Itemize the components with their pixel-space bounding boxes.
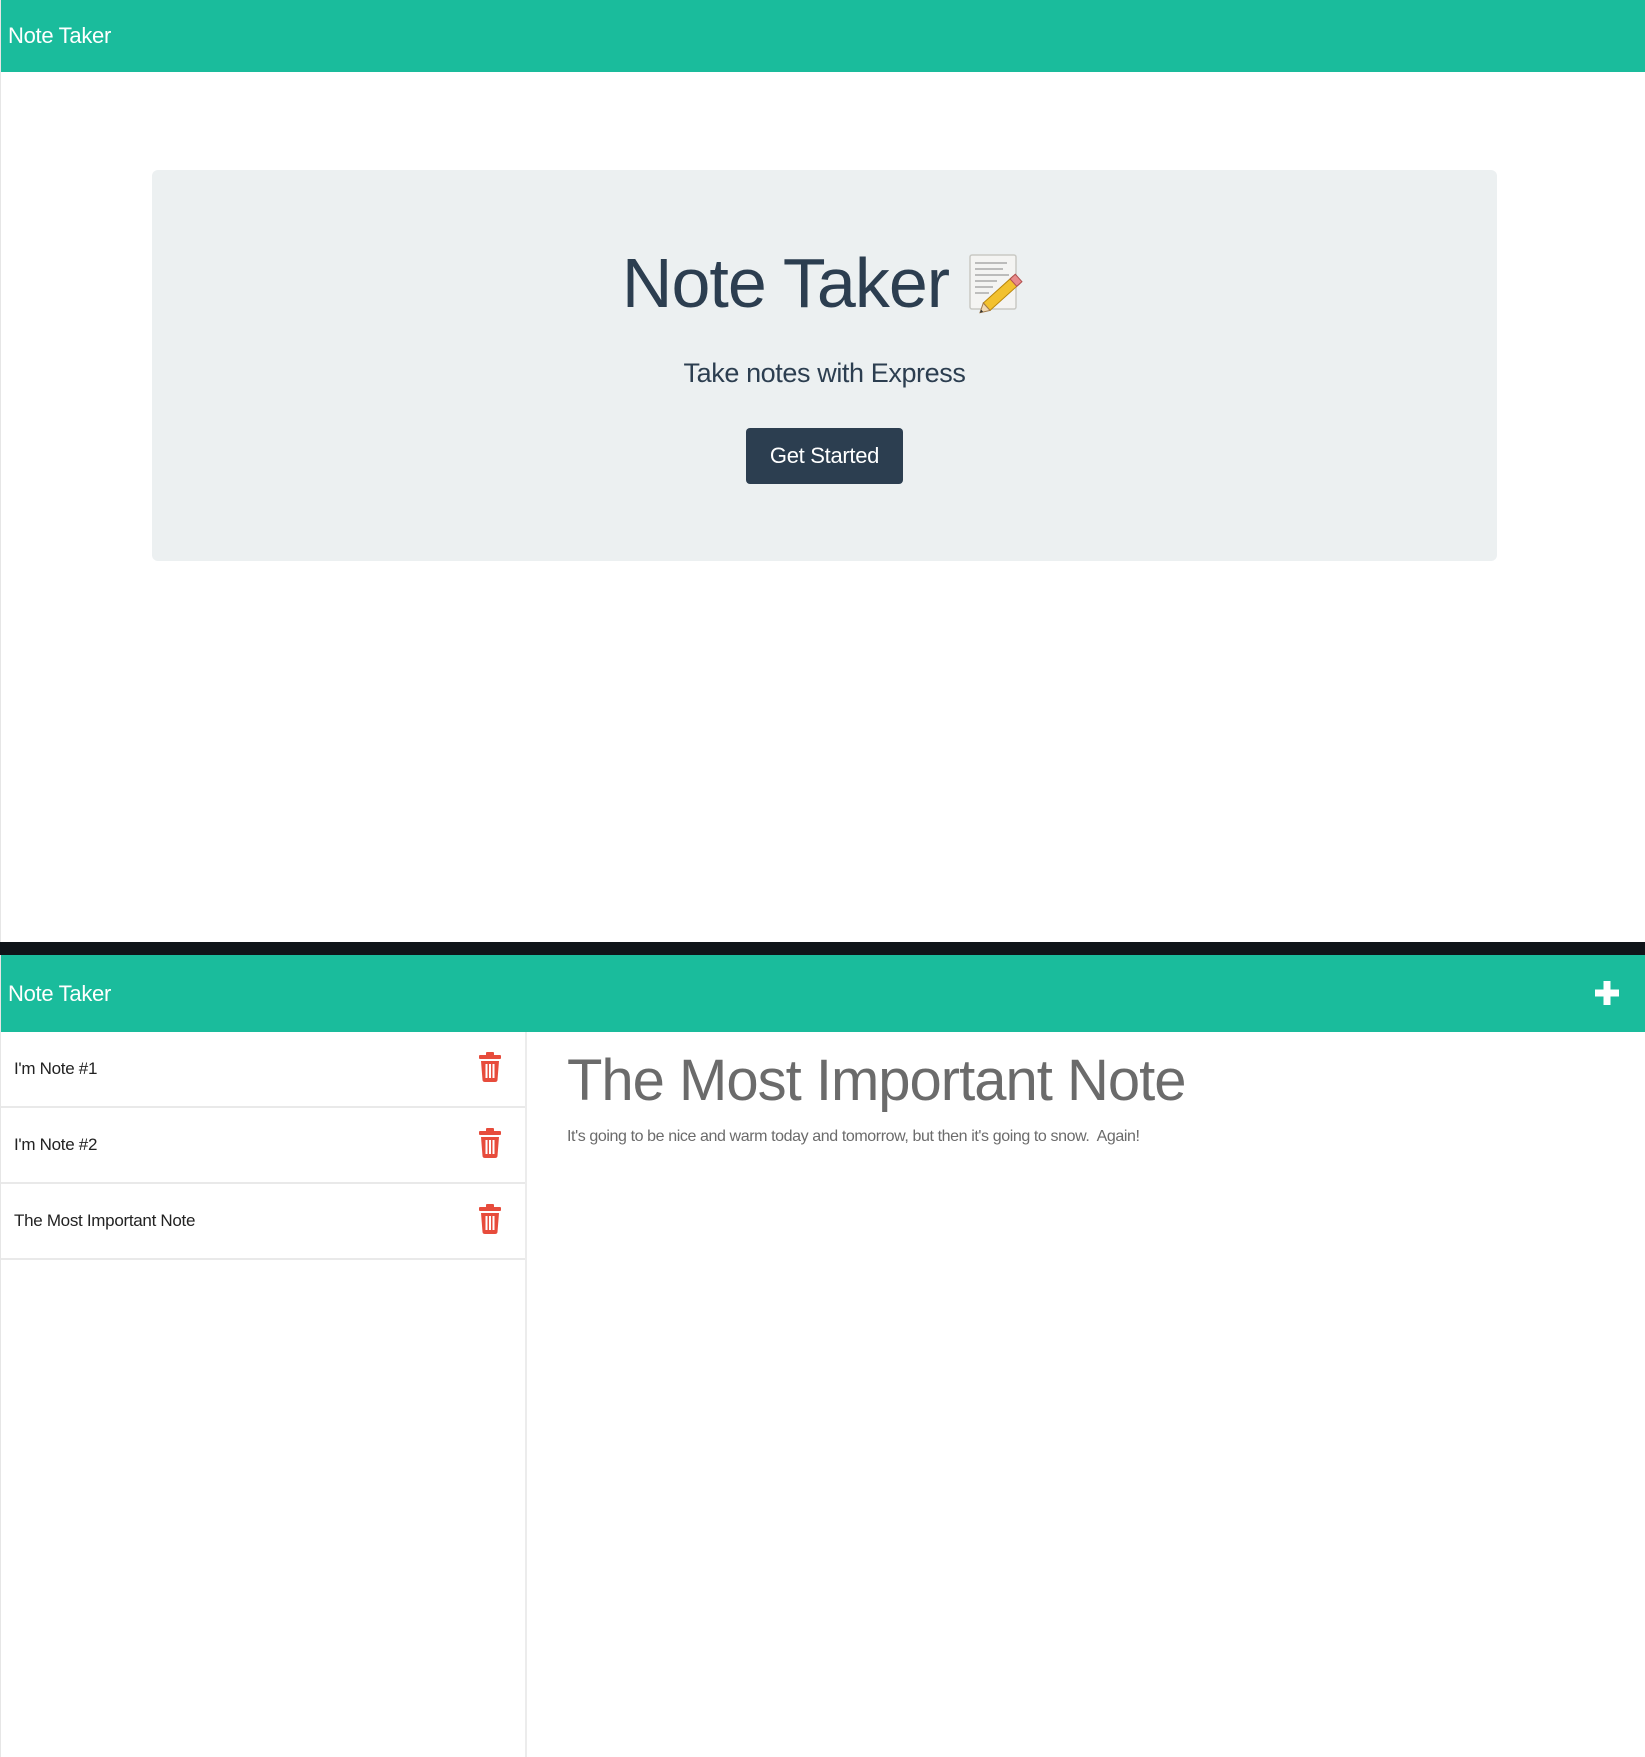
hero-panel: Note Taker Take notes with Express Get S… <box>152 170 1497 561</box>
memo-pencil-icon <box>967 252 1027 314</box>
note-body-textarea[interactable]: It's going to be nice and warm today and… <box>567 1128 1567 1728</box>
navbar-brand[interactable]: Note Taker <box>8 23 111 49</box>
get-started-button[interactable]: Get Started <box>746 428 903 484</box>
note-list-title: I'm Note #2 <box>14 1135 98 1154</box>
landing-screen: Note Taker Note Taker Take notes with Ex… <box>0 0 1645 942</box>
note-list-title: The Most Important Note <box>14 1211 196 1230</box>
navbar-brand[interactable]: Note Taker <box>8 981 111 1007</box>
new-note-button[interactable] <box>1587 973 1627 1013</box>
delete-note-button[interactable] <box>477 1128 503 1158</box>
list-item[interactable]: I'm Note #2 <box>1 1108 525 1184</box>
top-navbar: Note Taker <box>1 0 1645 72</box>
notes-sidebar: I'm Note #1 I'm Note #2 The Most Importa… <box>1 1032 527 1757</box>
note-editor: It's going to be nice and warm today and… <box>567 1032 1625 1728</box>
top-navbar: Note Taker <box>1 955 1645 1032</box>
delete-note-button[interactable] <box>477 1052 503 1082</box>
hero-subtitle: Take notes with Express <box>683 358 966 388</box>
note-list: I'm Note #1 I'm Note #2 The Most Importa… <box>1 1032 525 1260</box>
screenshot-divider <box>0 942 1645 955</box>
trash-icon <box>479 1052 501 1082</box>
list-item[interactable]: I'm Note #1 <box>1 1032 525 1108</box>
list-item[interactable]: The Most Important Note <box>1 1184 525 1260</box>
plus-icon <box>1595 981 1619 1005</box>
trash-icon <box>479 1204 501 1234</box>
delete-note-button[interactable] <box>477 1204 503 1234</box>
note-title-input[interactable] <box>567 1042 1567 1118</box>
hero-title: Note Taker <box>621 244 950 322</box>
hero-title-row: Note Taker <box>152 248 1497 318</box>
note-list-title: I'm Note #1 <box>14 1059 98 1078</box>
trash-icon <box>479 1128 501 1158</box>
notes-screen: Note Taker I'm Note #1 I'm Note #2 The M… <box>0 955 1645 1757</box>
